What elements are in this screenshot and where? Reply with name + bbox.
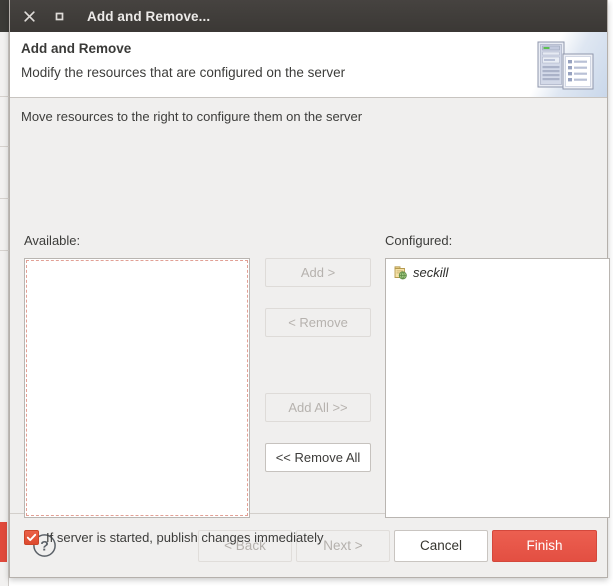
dialog-header: Add and Remove Modify the resources that… (10, 32, 607, 98)
maximize-icon[interactable] (49, 6, 69, 26)
background-window-divider (0, 96, 9, 97)
available-resources-list[interactable] (24, 258, 250, 518)
instruction-text: Move resources to the right to configure… (21, 109, 363, 124)
window-title: Add and Remove... (87, 8, 211, 24)
list-item[interactable]: seckill (386, 262, 609, 282)
transfer-buttons: Add > < Remove Add All >> << Remove All (265, 258, 371, 472)
web-module-icon (393, 265, 408, 280)
background-window-titlebar (0, 0, 9, 32)
background-window-divider (0, 198, 9, 199)
dialog-body: Move resources to the right to configure… (10, 98, 610, 545)
dialog-titlebar: Add and Remove... (10, 0, 607, 32)
list-item-label: seckill (413, 264, 449, 280)
publish-immediately-checkbox[interactable]: If server is started, publish changes im… (24, 530, 323, 545)
remove-button[interactable]: < Remove (265, 308, 371, 337)
finish-button[interactable]: Finish (492, 529, 597, 562)
background-window-divider (0, 250, 9, 251)
available-label: Available: (24, 233, 81, 248)
checkbox-checked-icon[interactable] (24, 530, 39, 545)
close-icon[interactable] (19, 6, 39, 26)
column-labels: Available: Configured: (21, 233, 596, 251)
focus-ring (26, 260, 248, 516)
add-button[interactable]: Add > (265, 258, 371, 287)
background-window-strip (0, 0, 9, 586)
configured-resources-list[interactable]: seckill (385, 258, 610, 518)
checkbox-label: If server is started, publish changes im… (46, 530, 324, 545)
add-and-remove-dialog: Add and Remove... Add and Remove Modify … (9, 0, 610, 578)
server-and-document-icon (525, 40, 599, 95)
cancel-button[interactable]: Cancel (394, 529, 488, 562)
dialog-footer: ? < Back Next > Cancel Finish (10, 513, 607, 577)
background-window-divider (0, 146, 9, 147)
background-window-accent (0, 522, 7, 562)
add-all-button[interactable]: Add All >> (265, 393, 371, 422)
configured-label: Configured: (385, 233, 453, 248)
remove-all-button[interactable]: << Remove All (265, 443, 371, 472)
